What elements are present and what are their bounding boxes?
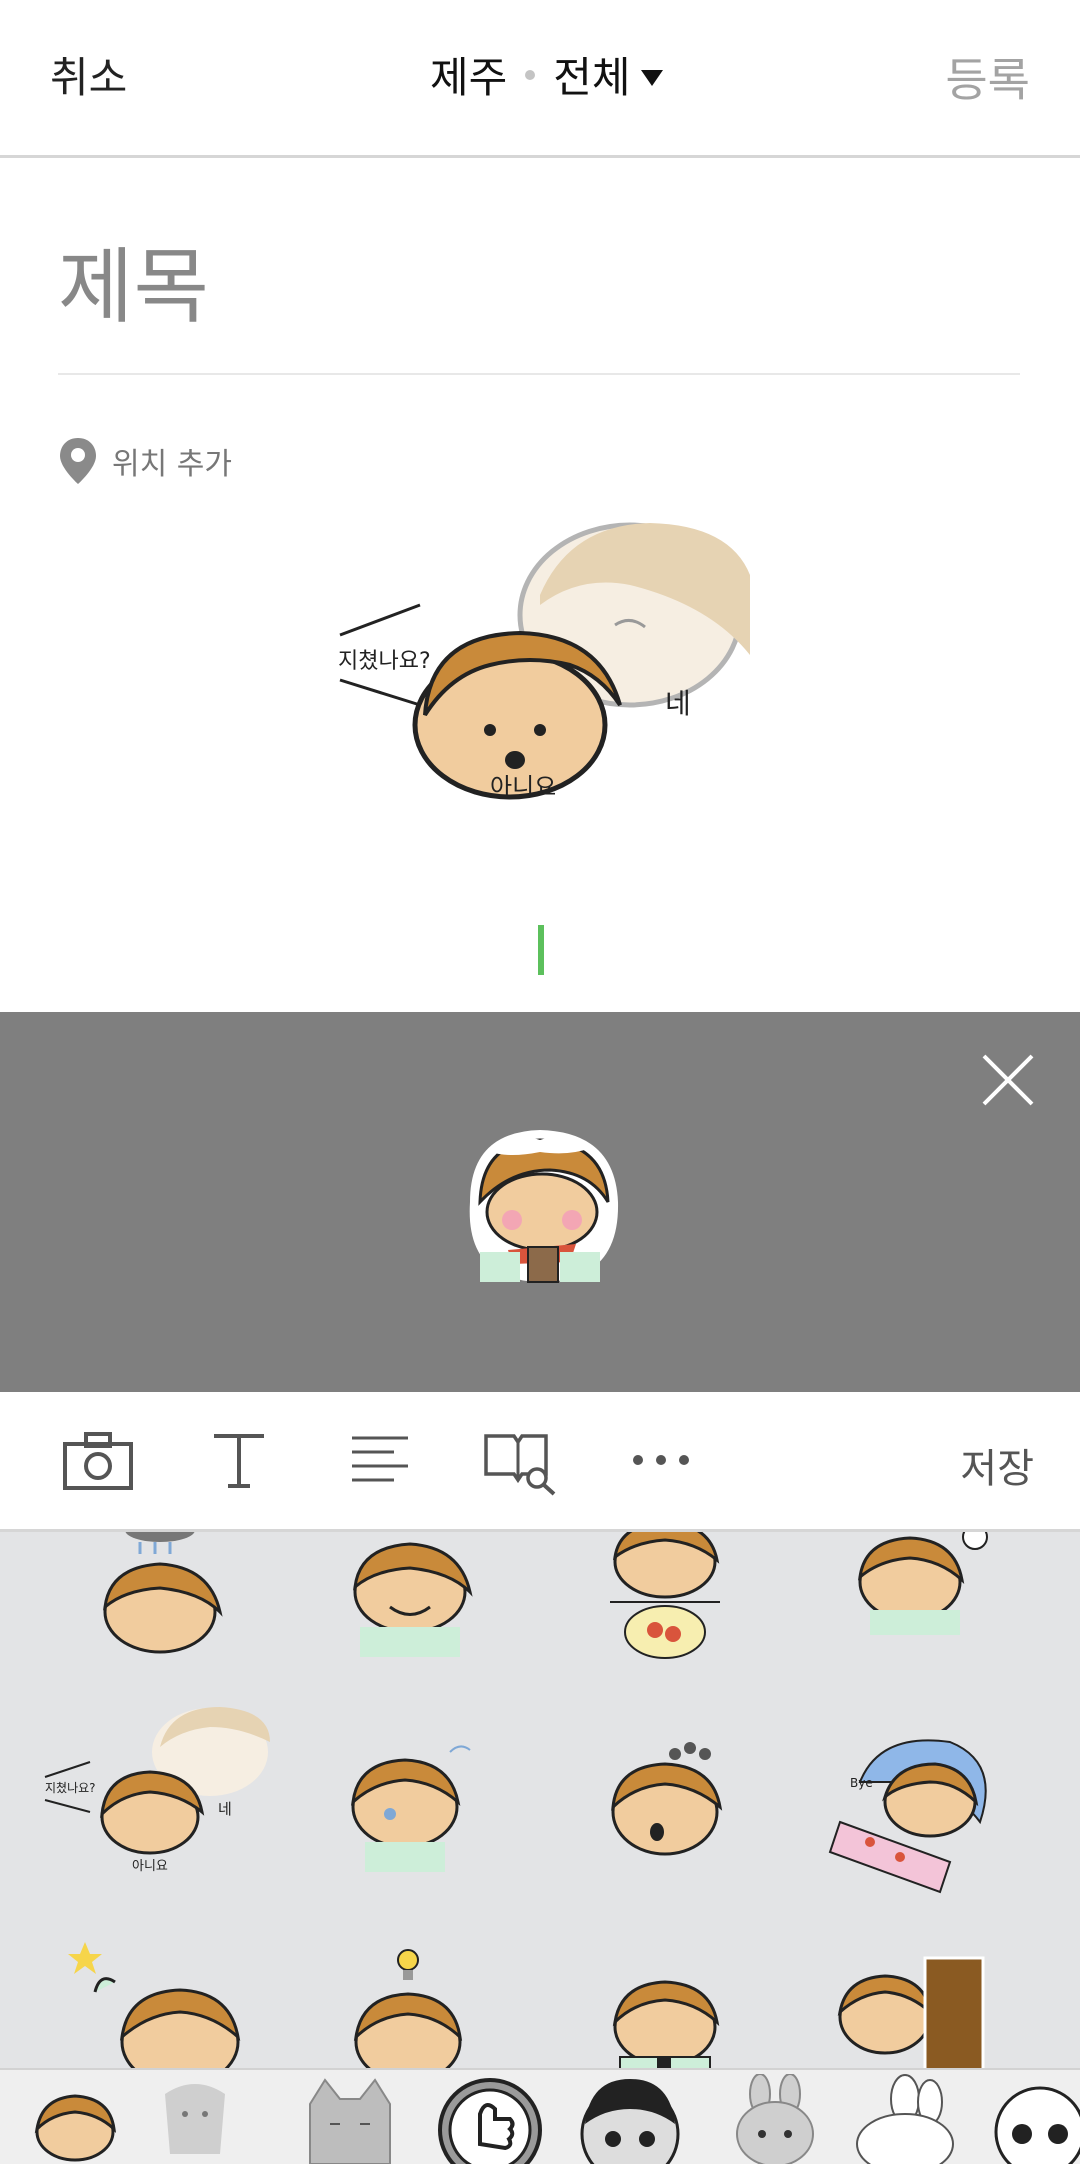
sticker-item[interactable]	[290, 1702, 530, 1902]
sticker-pack-tab[interactable]	[140, 2074, 250, 2164]
scope-label: 전체	[553, 53, 631, 102]
grid-no-text: 아니요	[132, 1859, 168, 1874]
no-text: 아니요	[490, 773, 556, 801]
editor-toolbar: 저장	[0, 1392, 1080, 1532]
top-bar: 취소 제주 전체 등록	[0, 0, 1080, 158]
camera-icon[interactable]	[62, 1430, 134, 1492]
sticker-item[interactable]: 지쳤나요? 네 아니요	[40, 1702, 280, 1902]
region-label: 제주	[430, 53, 508, 102]
sticker-pack-tab[interactable]	[845, 2074, 955, 2164]
sticker-pack-tab[interactable]	[575, 2074, 685, 2164]
board-selector[interactable]: 제주 전체	[430, 44, 663, 105]
location-label: 위치 추가	[112, 447, 232, 482]
bubble-text: 지쳤나요?	[338, 649, 431, 674]
sticker-item[interactable]	[545, 1932, 785, 2068]
sticker-item[interactable]	[40, 1532, 280, 1712]
separator-dot	[525, 69, 536, 80]
caret-down-icon	[640, 69, 663, 86]
align-icon[interactable]	[350, 1430, 410, 1492]
close-icon[interactable]	[980, 1052, 1036, 1108]
sticker-item[interactable]	[290, 1532, 530, 1712]
more-icon[interactable]	[630, 1452, 692, 1468]
sticker-pack-tray	[0, 2068, 1080, 2164]
grid-bubble-text: 지쳤나요?	[45, 1781, 96, 1795]
sticker-item[interactable]	[545, 1702, 785, 1902]
sticker-preview-panel	[0, 1012, 1080, 1392]
text-icon[interactable]	[210, 1430, 268, 1492]
sticker-item[interactable]: Bye	[800, 1702, 1040, 1902]
sticker-pack-tab[interactable]	[20, 2074, 130, 2164]
sticker-pack-tab[interactable]	[435, 2074, 545, 2164]
sticker-item[interactable]	[545, 1532, 785, 1712]
sticker-grid: 지쳤나요? 네 아니요 Bye	[0, 1532, 1080, 2068]
preview-sticker[interactable]	[450, 1112, 630, 1292]
sticker-pack-tab[interactable]	[990, 2074, 1080, 2164]
title-divider	[58, 373, 1020, 375]
register-button[interactable]: 등록	[945, 44, 1030, 110]
cancel-button[interactable]: 취소	[50, 44, 127, 105]
title-input[interactable]: 제목	[58, 220, 209, 339]
location-pin-icon	[60, 438, 96, 484]
grid-bye-text: Bye	[850, 1776, 873, 1790]
sticker-item[interactable]	[800, 1532, 1040, 1712]
inserted-sticker[interactable]: 지쳤나요? 네 아니요	[330, 515, 750, 815]
save-button[interactable]: 저장	[960, 1436, 1034, 1494]
grid-yes-text: 네	[218, 1800, 232, 1818]
sticker-pack-tab[interactable]	[295, 2074, 405, 2164]
sticker-item[interactable]	[800, 1932, 1040, 2068]
sticker-item[interactable]	[290, 1932, 530, 2068]
book-search-icon[interactable]	[482, 1430, 558, 1496]
sticker-pack-tab[interactable]	[720, 2073, 830, 2164]
text-cursor	[538, 925, 544, 975]
add-location-button[interactable]: 위치 추가	[58, 436, 232, 486]
sticker-item[interactable]	[40, 1932, 280, 2068]
yes-text: 네	[665, 687, 691, 720]
